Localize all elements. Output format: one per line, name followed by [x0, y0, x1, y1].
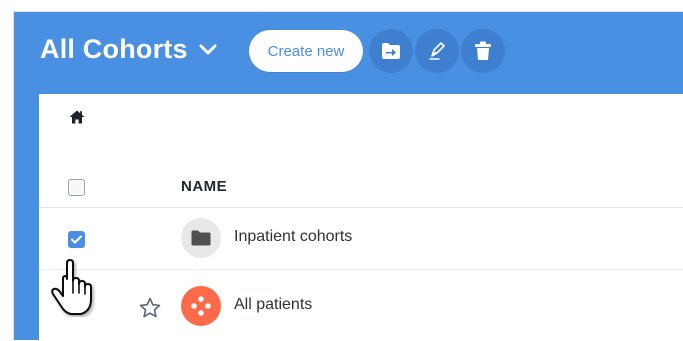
app-window: All Cohorts Create new NAME Inpatient co…	[13, 11, 683, 341]
patients-icon	[191, 296, 211, 316]
star-icon[interactable]	[138, 296, 162, 320]
patients-avatar	[181, 286, 221, 326]
name-column-header[interactable]: NAME	[181, 178, 227, 195]
table-row[interactable]: All patients	[39, 271, 683, 333]
move-button[interactable]	[369, 29, 413, 73]
table-row[interactable]: Inpatient cohorts	[39, 208, 683, 270]
header-bar: All Cohorts Create new	[14, 12, 683, 94]
edit-button[interactable]	[415, 29, 459, 73]
folder-icon	[191, 230, 211, 246]
select-all-checkbox[interactable]	[68, 179, 85, 196]
cohort-list-panel: NAME Inpatient cohorts All patients	[39, 94, 683, 341]
trash-icon	[475, 41, 491, 60]
chevron-down-icon	[199, 44, 217, 54]
move-to-folder-icon	[382, 43, 400, 59]
pen-icon	[429, 42, 445, 60]
check-icon	[71, 235, 82, 244]
home-icon[interactable]	[69, 110, 85, 124]
row-name[interactable]: Inpatient cohorts	[234, 228, 352, 246]
folder-avatar	[181, 218, 221, 258]
row-checkbox-checked[interactable]	[68, 231, 85, 248]
table-header: NAME	[39, 166, 683, 208]
create-new-button[interactable]: Create new	[249, 30, 363, 72]
delete-button[interactable]	[461, 29, 505, 73]
row-name[interactable]: All patients	[234, 296, 312, 314]
page-title: All Cohorts	[40, 34, 188, 64]
cohorts-dropdown[interactable]: All Cohorts	[40, 34, 218, 65]
